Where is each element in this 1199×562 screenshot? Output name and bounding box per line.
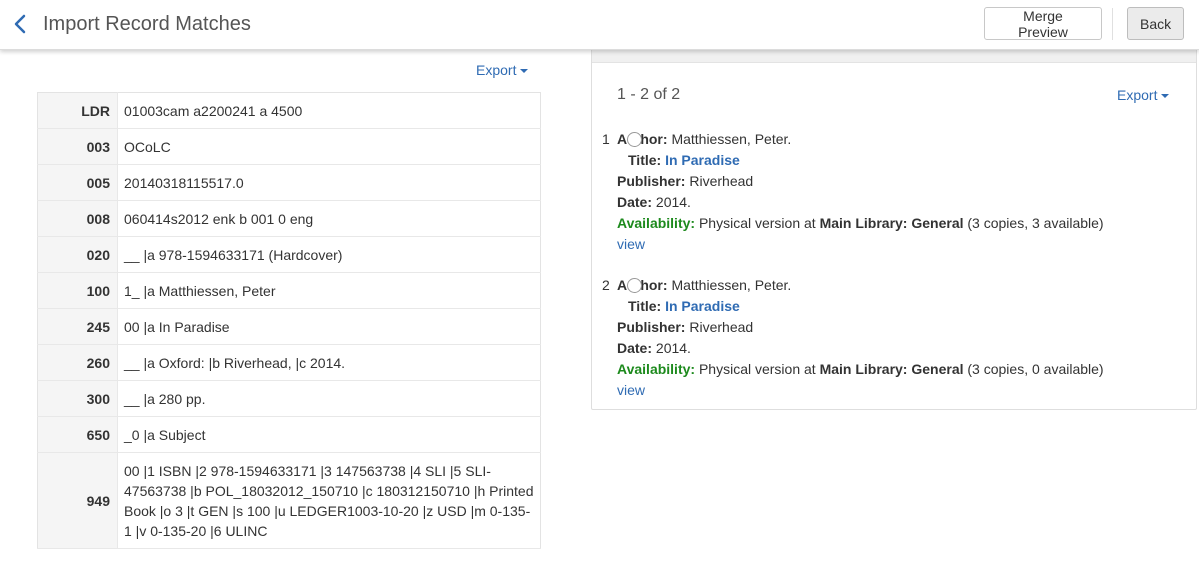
date-line: Date: 2014. xyxy=(617,338,691,359)
title-link[interactable]: In Paradise xyxy=(665,298,740,314)
publisher-line: Publisher: Riverhead xyxy=(617,171,753,192)
marc-value: 1_ |a Matthiessen, Peter xyxy=(117,272,541,309)
right-export-dropdown[interactable]: Export xyxy=(1117,87,1170,103)
marc-row: 020 __ |a 978-1594633171 (Hardcover) xyxy=(37,236,541,273)
publisher-label: Publisher: xyxy=(617,319,686,335)
publisher-line: Publisher: Riverhead xyxy=(617,317,753,338)
availability-prefix: Physical version at xyxy=(698,361,816,377)
marc-row: 300 __ |a 280 pp. xyxy=(37,380,541,417)
marc-tag: 005 xyxy=(37,164,118,201)
marc-tag: LDR xyxy=(37,92,118,129)
date-label: Date: xyxy=(617,340,653,356)
header-divider xyxy=(1112,8,1113,40)
marc-row: 008 060414s2012 enk b 001 0 eng xyxy=(37,200,541,237)
availability-line: Availability: Physical version at Main L… xyxy=(617,359,1104,380)
marc-row: 245 00 |a In Paradise xyxy=(37,308,541,345)
author-line: Author: Matthiessen, Peter. xyxy=(617,129,791,150)
marc-row: 650 _0 |a Subject xyxy=(37,416,541,453)
marc-value: OCoLC xyxy=(117,128,541,165)
date-value: 2014. xyxy=(655,194,691,210)
caret-down-icon xyxy=(1161,94,1170,99)
marc-value: 00 |a In Paradise xyxy=(117,308,541,345)
export-label: Export xyxy=(476,62,517,78)
marc-tag: 245 xyxy=(37,308,118,345)
author-line: Author: Matthiessen, Peter. xyxy=(617,275,791,296)
marc-value: 20140318115517.0 xyxy=(117,164,541,201)
left-export-dropdown[interactable]: Export xyxy=(476,62,529,78)
author-value: Matthiessen, Peter. xyxy=(671,131,792,147)
marc-value: 00 |1 ISBN |2 978-1594633171 |3 14756373… xyxy=(117,452,541,549)
matches-panel: 1 - 2 of 2 Export 1 Author: Matthiessen,… xyxy=(591,48,1197,410)
marc-tag: 003 xyxy=(37,128,118,165)
title-link[interactable]: In Paradise xyxy=(665,152,740,168)
marc-row: LDR 01003cam a2200241 a 4500 xyxy=(37,92,541,129)
panel-topbar xyxy=(592,49,1196,63)
publisher-label: Publisher: xyxy=(617,173,686,189)
publisher-value: Riverhead xyxy=(689,319,754,335)
merge-preview-button[interactable]: Merge Preview xyxy=(984,7,1102,40)
marc-row: 005 20140318115517.0 xyxy=(37,164,541,201)
title-line: Title: In Paradise xyxy=(628,150,740,171)
availability-label: Availability: xyxy=(617,215,696,231)
marc-row: 260 __ |a Oxford: |b Riverhead, |c 2014. xyxy=(37,344,541,381)
author-label: Author: xyxy=(617,131,668,147)
caret-down-icon xyxy=(520,69,529,74)
marc-value: 01003cam a2200241 a 4500 xyxy=(117,92,541,129)
result-number: 1 xyxy=(602,131,610,147)
copies-info: (3 copies, 0 available) xyxy=(967,361,1104,377)
title-label: Title: xyxy=(628,152,662,168)
publisher-value: Riverhead xyxy=(689,173,754,189)
marc-value: __ |a 280 pp. xyxy=(117,380,541,417)
date-label: Date: xyxy=(617,194,653,210)
marc-tag: 008 xyxy=(37,200,118,237)
page-title: Import Record Matches xyxy=(43,13,251,35)
marc-tag: 949 xyxy=(37,452,118,549)
back-chevron-icon[interactable] xyxy=(10,12,32,36)
library-name: Main Library: General xyxy=(819,215,964,231)
export-label: Export xyxy=(1117,87,1158,103)
marc-tag: 260 xyxy=(37,344,118,381)
view-link[interactable]: view xyxy=(617,234,645,255)
marc-tag: 100 xyxy=(37,272,118,309)
library-name: Main Library: General xyxy=(819,361,964,377)
back-button[interactable]: Back xyxy=(1127,7,1184,40)
page-header: Import Record Matches Merge Preview Back xyxy=(0,0,1199,50)
view-link[interactable]: view xyxy=(617,380,645,401)
marc-value: __ |a 978-1594633171 (Hardcover) xyxy=(117,236,541,273)
author-label: Author: xyxy=(617,277,668,293)
marc-tag: 650 xyxy=(37,416,118,453)
title-line: Title: In Paradise xyxy=(628,296,740,317)
title-label: Title: xyxy=(628,298,662,314)
copies-info: (3 copies, 3 available) xyxy=(967,215,1104,231)
date-line: Date: 2014. xyxy=(617,192,691,213)
result-number: 2 xyxy=(602,277,610,293)
date-value: 2014. xyxy=(655,340,691,356)
availability-line: Availability: Physical version at Main L… xyxy=(617,213,1104,234)
marc-record-table: LDR 01003cam a2200241 a 4500 003 OCoLC 005 20… xyxy=(37,92,541,549)
availability-prefix: Physical version at xyxy=(698,215,816,231)
marc-value: 060414s2012 enk b 001 0 eng xyxy=(117,200,541,237)
marc-value: _0 |a Subject xyxy=(117,416,541,453)
result-radio[interactable] xyxy=(627,132,642,147)
author-value: Matthiessen, Peter. xyxy=(671,277,792,293)
marc-tag: 020 xyxy=(37,236,118,273)
availability-label: Availability: xyxy=(617,361,696,377)
marc-value: __ |a Oxford: |b Riverhead, |c 2014. xyxy=(117,344,541,381)
result-count: 1 - 2 of 2 xyxy=(617,86,681,103)
marc-tag: 300 xyxy=(37,380,118,417)
result-radio[interactable] xyxy=(627,278,642,293)
marc-row: 949 00 |1 ISBN |2 978-1594633171 |3 14756… xyxy=(37,452,541,549)
marc-row: 003 OCoLC xyxy=(37,128,541,165)
marc-row: 100 1_ |a Matthiessen, Peter xyxy=(37,272,541,309)
